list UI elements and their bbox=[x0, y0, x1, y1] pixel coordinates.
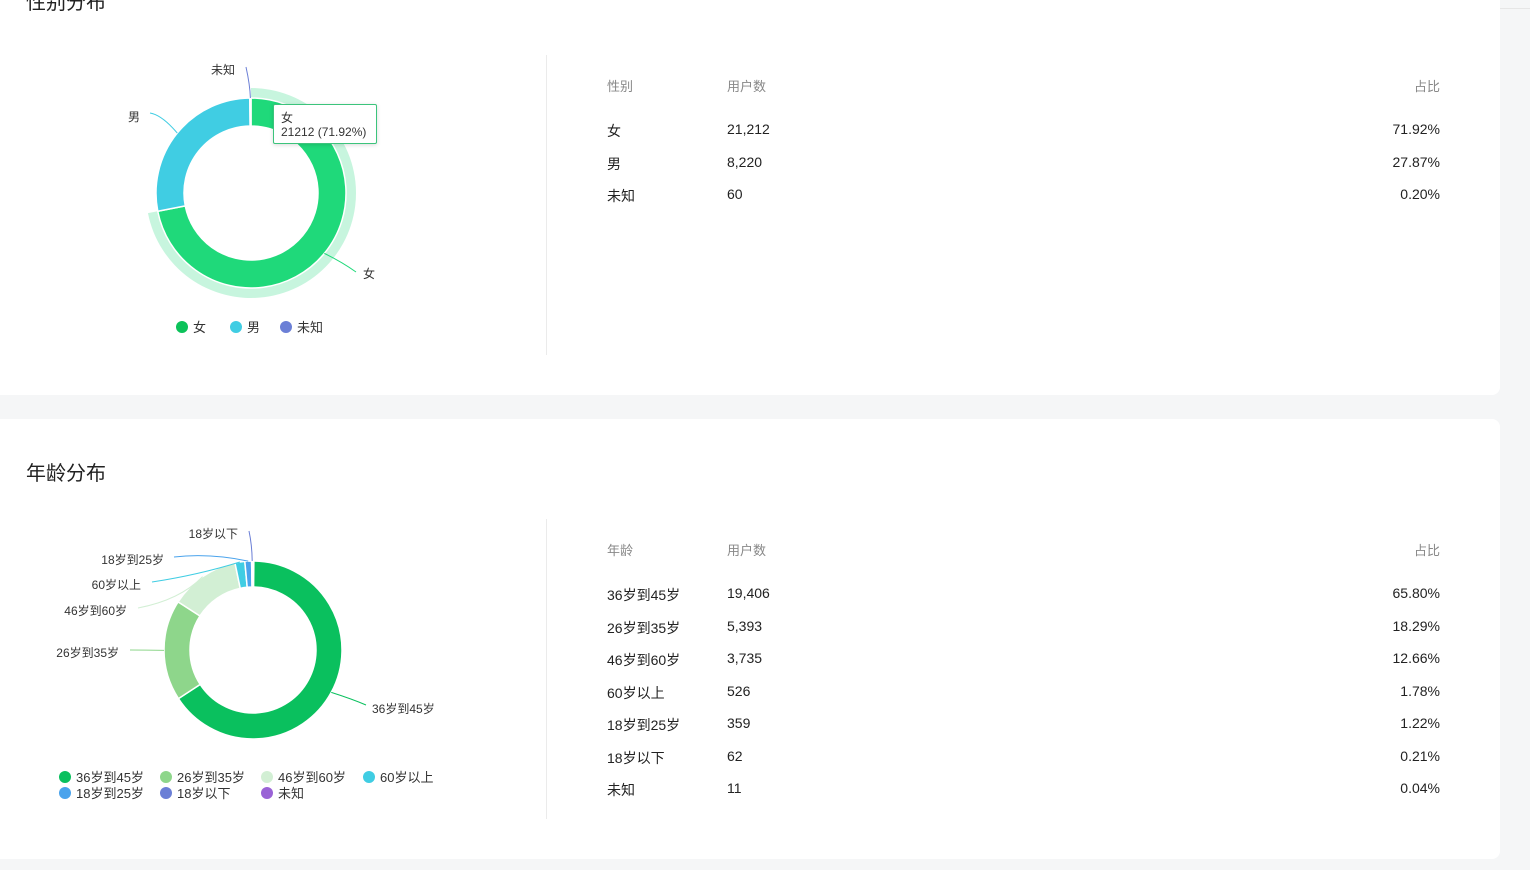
legend-item[interactable]: 18岁以下 bbox=[160, 783, 230, 802]
row-label: 26岁到35岁 bbox=[607, 619, 681, 636]
table-row: 60岁以上 526 1.78% bbox=[607, 683, 1440, 716]
gender-divider bbox=[546, 55, 547, 355]
leader-line bbox=[173, 555, 249, 562]
legend-dot bbox=[59, 770, 71, 783]
legend-dot bbox=[261, 770, 273, 783]
row-users: 11 bbox=[727, 780, 742, 796]
row-pct: 1.78% bbox=[1400, 682, 1440, 699]
row-users: 526 bbox=[727, 682, 751, 699]
age-table-header: 年龄 用户数 占比 bbox=[607, 540, 1440, 560]
header-gender: 性别 bbox=[607, 79, 634, 94]
legend-label: 18岁到25岁 bbox=[76, 786, 144, 801]
gender-table: 性别 用户数 占比 女 21,212 71.92% 男 8,220 27.87%… bbox=[607, 76, 1440, 219]
header-users: 用户数 bbox=[727, 543, 767, 558]
legend-dot bbox=[160, 770, 172, 783]
donut-slice[interactable] bbox=[252, 560, 255, 588]
row-users: 62 bbox=[727, 747, 743, 764]
row-users: 21,212 bbox=[727, 121, 770, 137]
table-row: 36岁到45岁 19,406 65.80% bbox=[607, 585, 1440, 618]
legend-label: 60岁以上 bbox=[380, 770, 434, 785]
table-row: 18岁到25岁 359 1.22% bbox=[607, 715, 1440, 748]
slice-label: 18岁到25岁 bbox=[101, 552, 164, 567]
legend-item[interactable]: 未知 bbox=[261, 783, 304, 802]
row-pct: 12.66% bbox=[1392, 650, 1440, 666]
table-row: 46岁到60岁 3,735 12.66% bbox=[607, 650, 1440, 683]
slice-label: 26岁到35岁 bbox=[56, 645, 119, 660]
row-users: 19,406 bbox=[727, 585, 770, 601]
row-pct: 18.29% bbox=[1392, 617, 1440, 634]
row-pct: 1.22% bbox=[1400, 715, 1440, 731]
row-pct: 0.20% bbox=[1400, 186, 1440, 202]
age-donut-chart: 36岁到45岁 26岁到35岁 46岁到60岁 60岁以上 18岁到25岁 18岁以下 bbox=[56, 526, 435, 740]
age-divider bbox=[546, 519, 547, 819]
header-age: 年龄 bbox=[607, 543, 634, 558]
row-users: 3,735 bbox=[727, 650, 763, 666]
header-pct: 占比 bbox=[1413, 79, 1440, 94]
leader-line bbox=[248, 530, 253, 562]
row-users: 8,220 bbox=[727, 153, 763, 170]
slice-label: 18岁以下 bbox=[189, 526, 238, 541]
legend-item[interactable]: 18岁到25岁 bbox=[59, 783, 144, 802]
table-row: 男 8,220 27.87% bbox=[607, 154, 1440, 187]
slice-label: 36岁到45岁 bbox=[372, 701, 435, 716]
table-row: 未知 11 0.04% bbox=[607, 780, 1440, 813]
row-users: 5,393 bbox=[727, 617, 763, 634]
table-row: 女 21,212 71.92% bbox=[607, 121, 1440, 154]
row-label: 36岁到45岁 bbox=[607, 587, 681, 603]
slice-label: 46岁到60岁 bbox=[64, 603, 127, 618]
row-label: 未知 bbox=[607, 188, 635, 204]
row-pct: 27.87% bbox=[1392, 153, 1440, 170]
slice-label: 60岁以上 bbox=[92, 577, 141, 592]
table-row: 26岁到35岁 5,393 18.29% bbox=[607, 618, 1440, 651]
row-pct: 65.80% bbox=[1392, 585, 1440, 601]
header-users: 用户数 bbox=[727, 79, 767, 94]
legend-dot bbox=[261, 786, 273, 799]
legend-label: 未知 bbox=[278, 786, 305, 801]
row-label: 60岁以上 bbox=[607, 684, 665, 701]
row-label: 18岁到25岁 bbox=[607, 717, 681, 733]
row-pct: 0.21% bbox=[1400, 747, 1440, 764]
legend-label: 18岁以下 bbox=[177, 786, 231, 801]
row-label: 46岁到60岁 bbox=[607, 652, 681, 668]
row-label: 男 bbox=[607, 155, 621, 172]
row-users: 359 bbox=[727, 715, 751, 731]
gender-table-header: 性别 用户数 占比 bbox=[607, 76, 1440, 96]
legend-item[interactable]: 60岁以上 bbox=[363, 767, 433, 786]
table-row: 未知 60 0.20% bbox=[607, 186, 1440, 219]
header-pct: 占比 bbox=[1413, 543, 1440, 558]
legend-dot bbox=[363, 770, 375, 783]
leader-line bbox=[331, 691, 367, 706]
donut-slice[interactable] bbox=[163, 600, 202, 700]
legend-dot bbox=[59, 786, 71, 799]
row-pct: 0.04% bbox=[1400, 780, 1440, 796]
row-label: 未知 bbox=[607, 782, 635, 798]
table-row: 18岁以下 62 0.21% bbox=[607, 748, 1440, 781]
row-label: 18岁以下 bbox=[607, 749, 665, 766]
row-users: 60 bbox=[727, 186, 743, 202]
legend-dot bbox=[160, 786, 172, 799]
age-table: 年龄 用户数 占比 36岁到45岁 19,406 65.80% 26岁到35岁 … bbox=[607, 540, 1440, 813]
row-pct: 71.92% bbox=[1392, 121, 1440, 137]
row-label: 女 bbox=[607, 123, 621, 139]
